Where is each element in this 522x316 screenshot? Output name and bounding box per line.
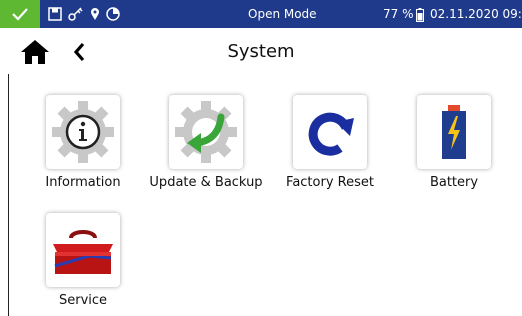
tile-information[interactable]: Information	[22, 95, 144, 190]
page-title: System	[227, 41, 295, 62]
tile-service[interactable]: Service	[22, 213, 144, 308]
toolbox-icon	[46, 213, 120, 287]
info-gear-icon	[46, 95, 120, 169]
mode-label: Open Mode	[248, 7, 317, 21]
location-icon	[90, 7, 100, 21]
battery-icon	[416, 7, 424, 26]
update-gear-icon	[169, 95, 243, 169]
key-icon	[68, 7, 84, 21]
reset-arrow-icon	[293, 95, 367, 169]
datetime: 02.11.2020 09:49	[430, 7, 522, 21]
battery-icon	[417, 95, 491, 169]
battery-percent: 77 %	[383, 7, 414, 21]
tile-factory-reset[interactable]: Factory Reset	[269, 95, 391, 190]
tile-battery[interactable]: Battery	[393, 95, 515, 190]
tile-label: Service	[58, 293, 108, 308]
tile-label: Update & Backup	[149, 175, 263, 190]
tile-label: Battery	[429, 175, 479, 190]
divider	[8, 74, 9, 316]
tile-label: Information	[45, 175, 121, 190]
timer-icon	[106, 7, 120, 21]
tile-update-backup[interactable]: Update & Backup	[145, 95, 267, 190]
header: System	[0, 28, 522, 74]
status-bar: Open Mode 77 % 02.11.2020 09:49	[0, 0, 522, 28]
save-icon	[48, 7, 62, 21]
tile-label: Factory Reset	[286, 175, 374, 190]
check-icon	[0, 0, 40, 28]
